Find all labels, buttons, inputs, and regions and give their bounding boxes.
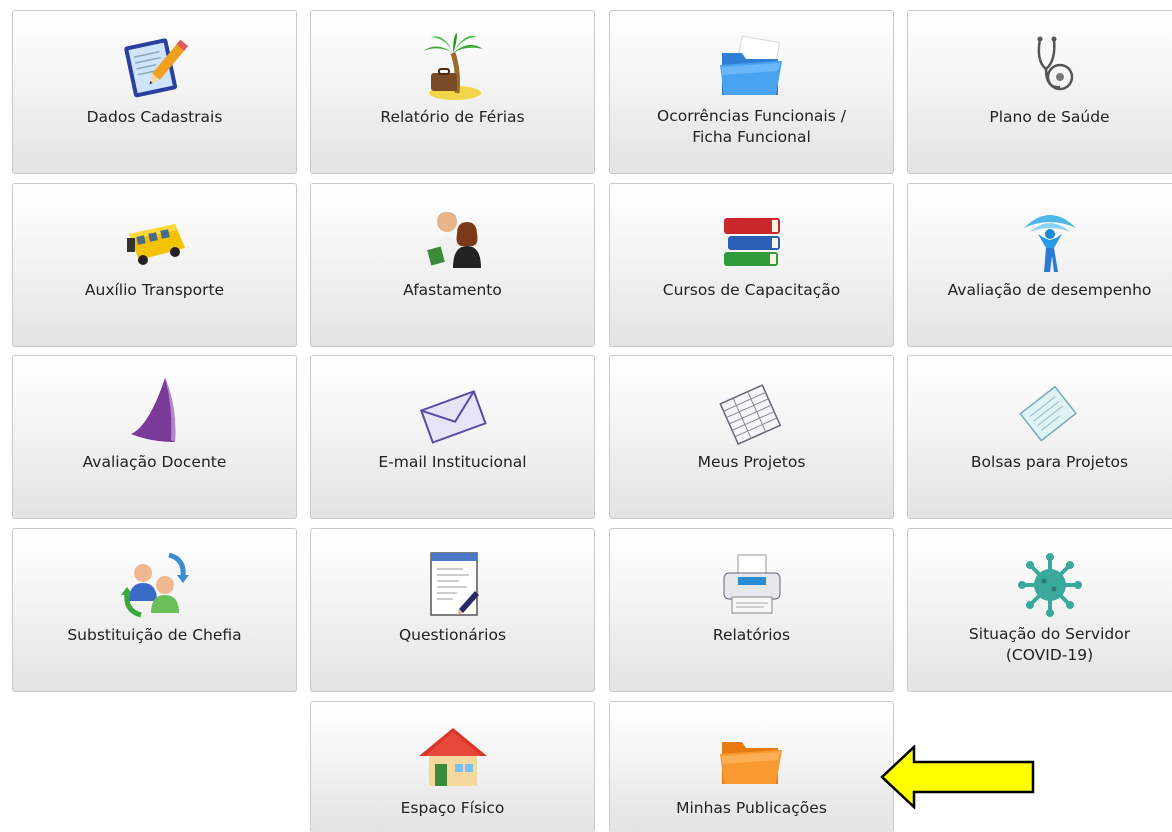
school-bus-icon [115,204,195,276]
tile-bolsas-projetos[interactable]: Bolsas para Projetos [907,355,1172,519]
tile-auxilio-transporte[interactable]: Auxílio Transporte [12,183,297,347]
tile-label: Minhas Publicações [676,799,827,817]
books-stack-icon [712,204,792,276]
tile-situacao-servidor[interactable]: Situação do Servidor (COVID-19) [907,528,1172,692]
spreadsheet-icon [712,376,792,448]
tile-cursos-capacitacao[interactable]: Cursos de Capacitação [609,183,894,347]
people-icon [413,204,493,276]
tile-label: Relatórios [712,626,791,644]
tile-dados-cadastrais[interactable]: Dados Cadastrais [12,10,297,174]
tile-relatorios[interactable]: Relatórios [609,528,894,692]
tile-questionarios[interactable]: Questionários [310,528,595,692]
tile-label: Avaliação de desempenho [947,281,1152,299]
tile-label: E-mail Institucional [378,453,527,471]
orange-folder-icon [712,722,792,794]
tile-label: Avaliação Docente [82,453,227,471]
tile-minhas-publicacoes[interactable]: Minhas Publicações [609,701,894,832]
tile-label: Situação do Servidor (COVID-19) [968,625,1131,664]
tile-label: Meus Projetos [697,453,806,471]
tile-afastamento[interactable]: Afastamento [310,183,595,347]
tile-label: Questionários [398,626,507,644]
tile-plano-saude[interactable]: Plano de Saúde [907,10,1172,174]
virus-icon [1010,549,1090,621]
tile-label: Dados Cadastrais [86,108,223,126]
document-sheet-icon [1010,376,1090,448]
text-editor-icon [413,549,493,621]
yellow-arrow-left-icon [880,744,1035,810]
tile-label: Afastamento [403,281,502,299]
house-icon [413,722,493,794]
tile-label: Auxílio Transporte [84,281,225,299]
tile-email-institucional[interactable]: E-mail Institucional [310,355,595,519]
tile-espaco-fisico[interactable]: Espaço Físico [310,701,595,832]
edit-document-icon [115,31,195,103]
printer-icon [712,549,792,621]
stethoscope-icon [1010,31,1090,103]
tile-meus-projetos[interactable]: Meus Projetos [609,355,894,519]
blue-folder-icon [712,31,792,103]
tile-label: Cursos de Capacitação [662,281,841,299]
tile-label: Plano de Saúde [989,108,1110,126]
menu-grid: Dados Cadastrais Relatório de Férias Oco… [0,0,1172,832]
tile-substituicao-chefia[interactable]: Substituição de Chefia [12,528,297,692]
performance-person-icon [1010,204,1090,276]
tile-label: Espaço Físico [400,799,505,817]
tile-label: Substituição de Chefia [67,626,242,644]
purple-sail-icon [115,376,195,448]
tile-ocorrencias-funcionais[interactable]: Ocorrências Funcionais / Ficha Funcional [609,10,894,174]
tile-relatorio-ferias[interactable]: Relatório de Férias [310,10,595,174]
user-swap-icon [115,549,195,621]
tile-label: Relatório de Férias [380,108,525,126]
tile-label: Bolsas para Projetos [970,453,1129,471]
envelope-icon [413,376,493,448]
tile-avaliacao-desempenho[interactable]: Avaliação de desempenho [907,183,1172,347]
palm-tree-suitcase-icon [413,31,493,103]
tile-avaliacao-docente[interactable]: Avaliação Docente [12,355,297,519]
tile-label: Ocorrências Funcionais / Ficha Funcional [657,107,846,146]
